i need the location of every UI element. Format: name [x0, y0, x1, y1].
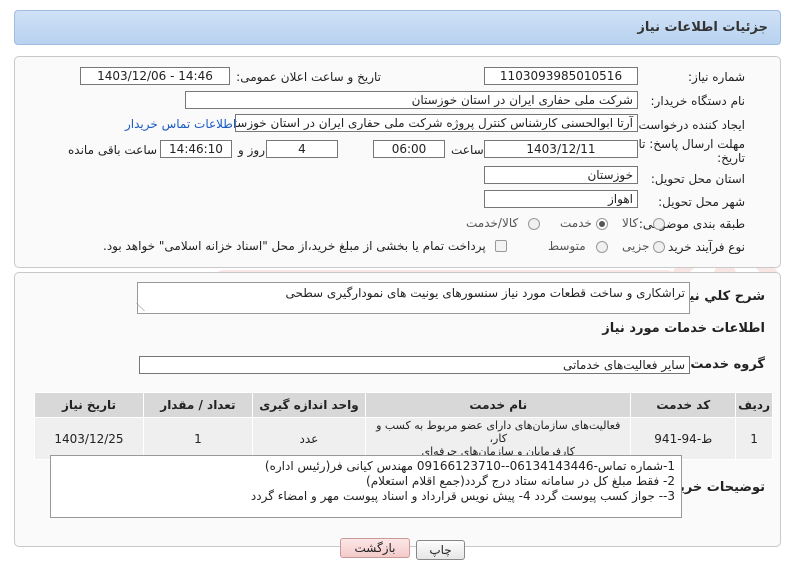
- buyer-notes-line2: 2- فقط مبلغ کل در سامانه ستاد درج گردد(ج…: [366, 474, 675, 488]
- col-name: نام خدمت: [365, 392, 632, 418]
- payment-note: پرداخت تمام یا بخشی از مبلغ خرید،از محل …: [103, 239, 486, 253]
- buyer-notes-line1: 1-شماره تماس-06134143446--09166123710 مه…: [264, 459, 675, 473]
- deadline-date-field[interactable]: 1403/12/11: [484, 140, 638, 158]
- category-option-both: کالا/خدمت: [466, 216, 519, 230]
- header-panel: جزئیات اطلاعات نیاز: [14, 10, 781, 45]
- need-number-field[interactable]: 1103093985010516: [484, 67, 638, 85]
- col-unit: واحد اندازه گیری: [251, 392, 367, 418]
- deadline-time-field[interactable]: 06:00: [373, 140, 445, 158]
- buyer-org-field[interactable]: شرکت ملی حفاری ایران در استان خوزستان: [185, 91, 638, 109]
- page-title: جزئیات اطلاعات نیاز: [637, 20, 768, 35]
- city-label: شهر محل تحویل:: [658, 195, 745, 209]
- category-radio-goods[interactable]: [653, 218, 665, 230]
- col-qty: تعداد / مقدار: [142, 392, 253, 418]
- back-button[interactable]: بازگشت: [340, 538, 410, 558]
- days-remaining-field[interactable]: 4: [266, 140, 338, 158]
- deadline-label-date: تاریخ:: [717, 151, 745, 165]
- process-option-medium: متوسط: [548, 239, 586, 253]
- services-table-header: ردیف کد خدمت نام خدمت واحد اندازه گیری ت…: [34, 392, 773, 418]
- services-table: ردیف کد خدمت نام خدمت واحد اندازه گیری ت…: [34, 392, 773, 460]
- service-group-field[interactable]: سایر فعالیت‌های خدماتی: [139, 356, 690, 374]
- print-button[interactable]: چاپ: [416, 540, 465, 560]
- resize-grip-icon[interactable]: [136, 303, 153, 311]
- creator-field[interactable]: آرتا ابوالحسنی کارشناس کنترل پروژه شرکت …: [235, 114, 638, 132]
- row-name-line1: فعالیت‌های سازمان‌های دارای عضو مربوط به…: [376, 419, 621, 445]
- category-option-service: خدمت: [560, 216, 592, 230]
- announce-label: تاریخ و ساعت اعلان عمومی:: [236, 70, 381, 84]
- category-radio-service[interactable]: [596, 218, 608, 230]
- treasury-checkbox[interactable]: [495, 240, 507, 252]
- process-option-minor: جزیی: [622, 239, 650, 253]
- category-radio-both[interactable]: [528, 218, 540, 230]
- process-radio-medium[interactable]: [596, 241, 608, 253]
- city-field[interactable]: اهواز: [484, 190, 638, 208]
- table-row: 1 ط-94-941 فعالیت‌های سازمان‌های دارای ع…: [34, 417, 773, 460]
- row-name: فعالیت‌های سازمان‌های دارای عضو مربوط به…: [365, 417, 632, 460]
- row-date: 1403/12/25: [34, 417, 144, 460]
- process-label: نوع فرآیند خرید :: [660, 240, 745, 254]
- col-index: ردیف: [735, 392, 773, 418]
- service-group-label: گروه خدمت:: [685, 357, 765, 372]
- row-unit: عدد: [251, 417, 367, 460]
- deadline-label: مهلت ارسال پاسخ: تا: [638, 137, 745, 151]
- creator-label: ایجاد کننده درخواست:: [634, 118, 745, 132]
- col-date: تاریخ نیاز: [34, 392, 144, 418]
- services-section-title: اطلاعات خدمات مورد نیاز: [602, 321, 765, 336]
- row-index: 1: [735, 417, 773, 460]
- buyer-notes-textarea[interactable]: 1-شماره تماس-06134143446--09166123710 مه…: [50, 455, 682, 518]
- summary-text: تراشکاری و ساخت قطعات مورد نیاز سنسورهای…: [285, 286, 685, 300]
- category-radio-dot: [599, 221, 605, 227]
- remaining-label: ساعت باقی مانده: [68, 143, 158, 157]
- buyer-org-label: نام دستگاه خریدار:: [650, 94, 746, 108]
- buyer-contact-link[interactable]: اطلاعات تماس خریدار: [125, 117, 236, 131]
- remaining-time-field[interactable]: 14:46:10: [160, 140, 232, 158]
- row-qty: 1: [142, 417, 253, 460]
- time-label: ساعت: [451, 143, 484, 157]
- buyer-notes-text: 1-شماره تماس-06134143446--09166123710 مه…: [251, 459, 675, 504]
- need-details-box: [14, 56, 781, 268]
- row-code: ط-94-941: [630, 417, 737, 460]
- category-option-goods: کالا: [622, 216, 639, 230]
- col-code: کد خدمت: [630, 392, 737, 418]
- summary-textarea[interactable]: تراشکاری و ساخت قطعات مورد نیاز سنسورهای…: [136, 282, 690, 314]
- province-field[interactable]: خوزستان: [484, 166, 638, 184]
- announce-field[interactable]: 1403/12/06 - 14:46: [80, 67, 230, 85]
- process-radio-minor[interactable]: [653, 241, 665, 253]
- province-label: استان محل تحویل:: [650, 172, 745, 186]
- need-number-label: شماره نیاز:: [688, 70, 745, 84]
- days-label: روز و: [238, 143, 265, 157]
- buyer-notes-line3: 3-- جواز کسب پیوست گردد 4- پیش نویس قرار…: [250, 489, 675, 503]
